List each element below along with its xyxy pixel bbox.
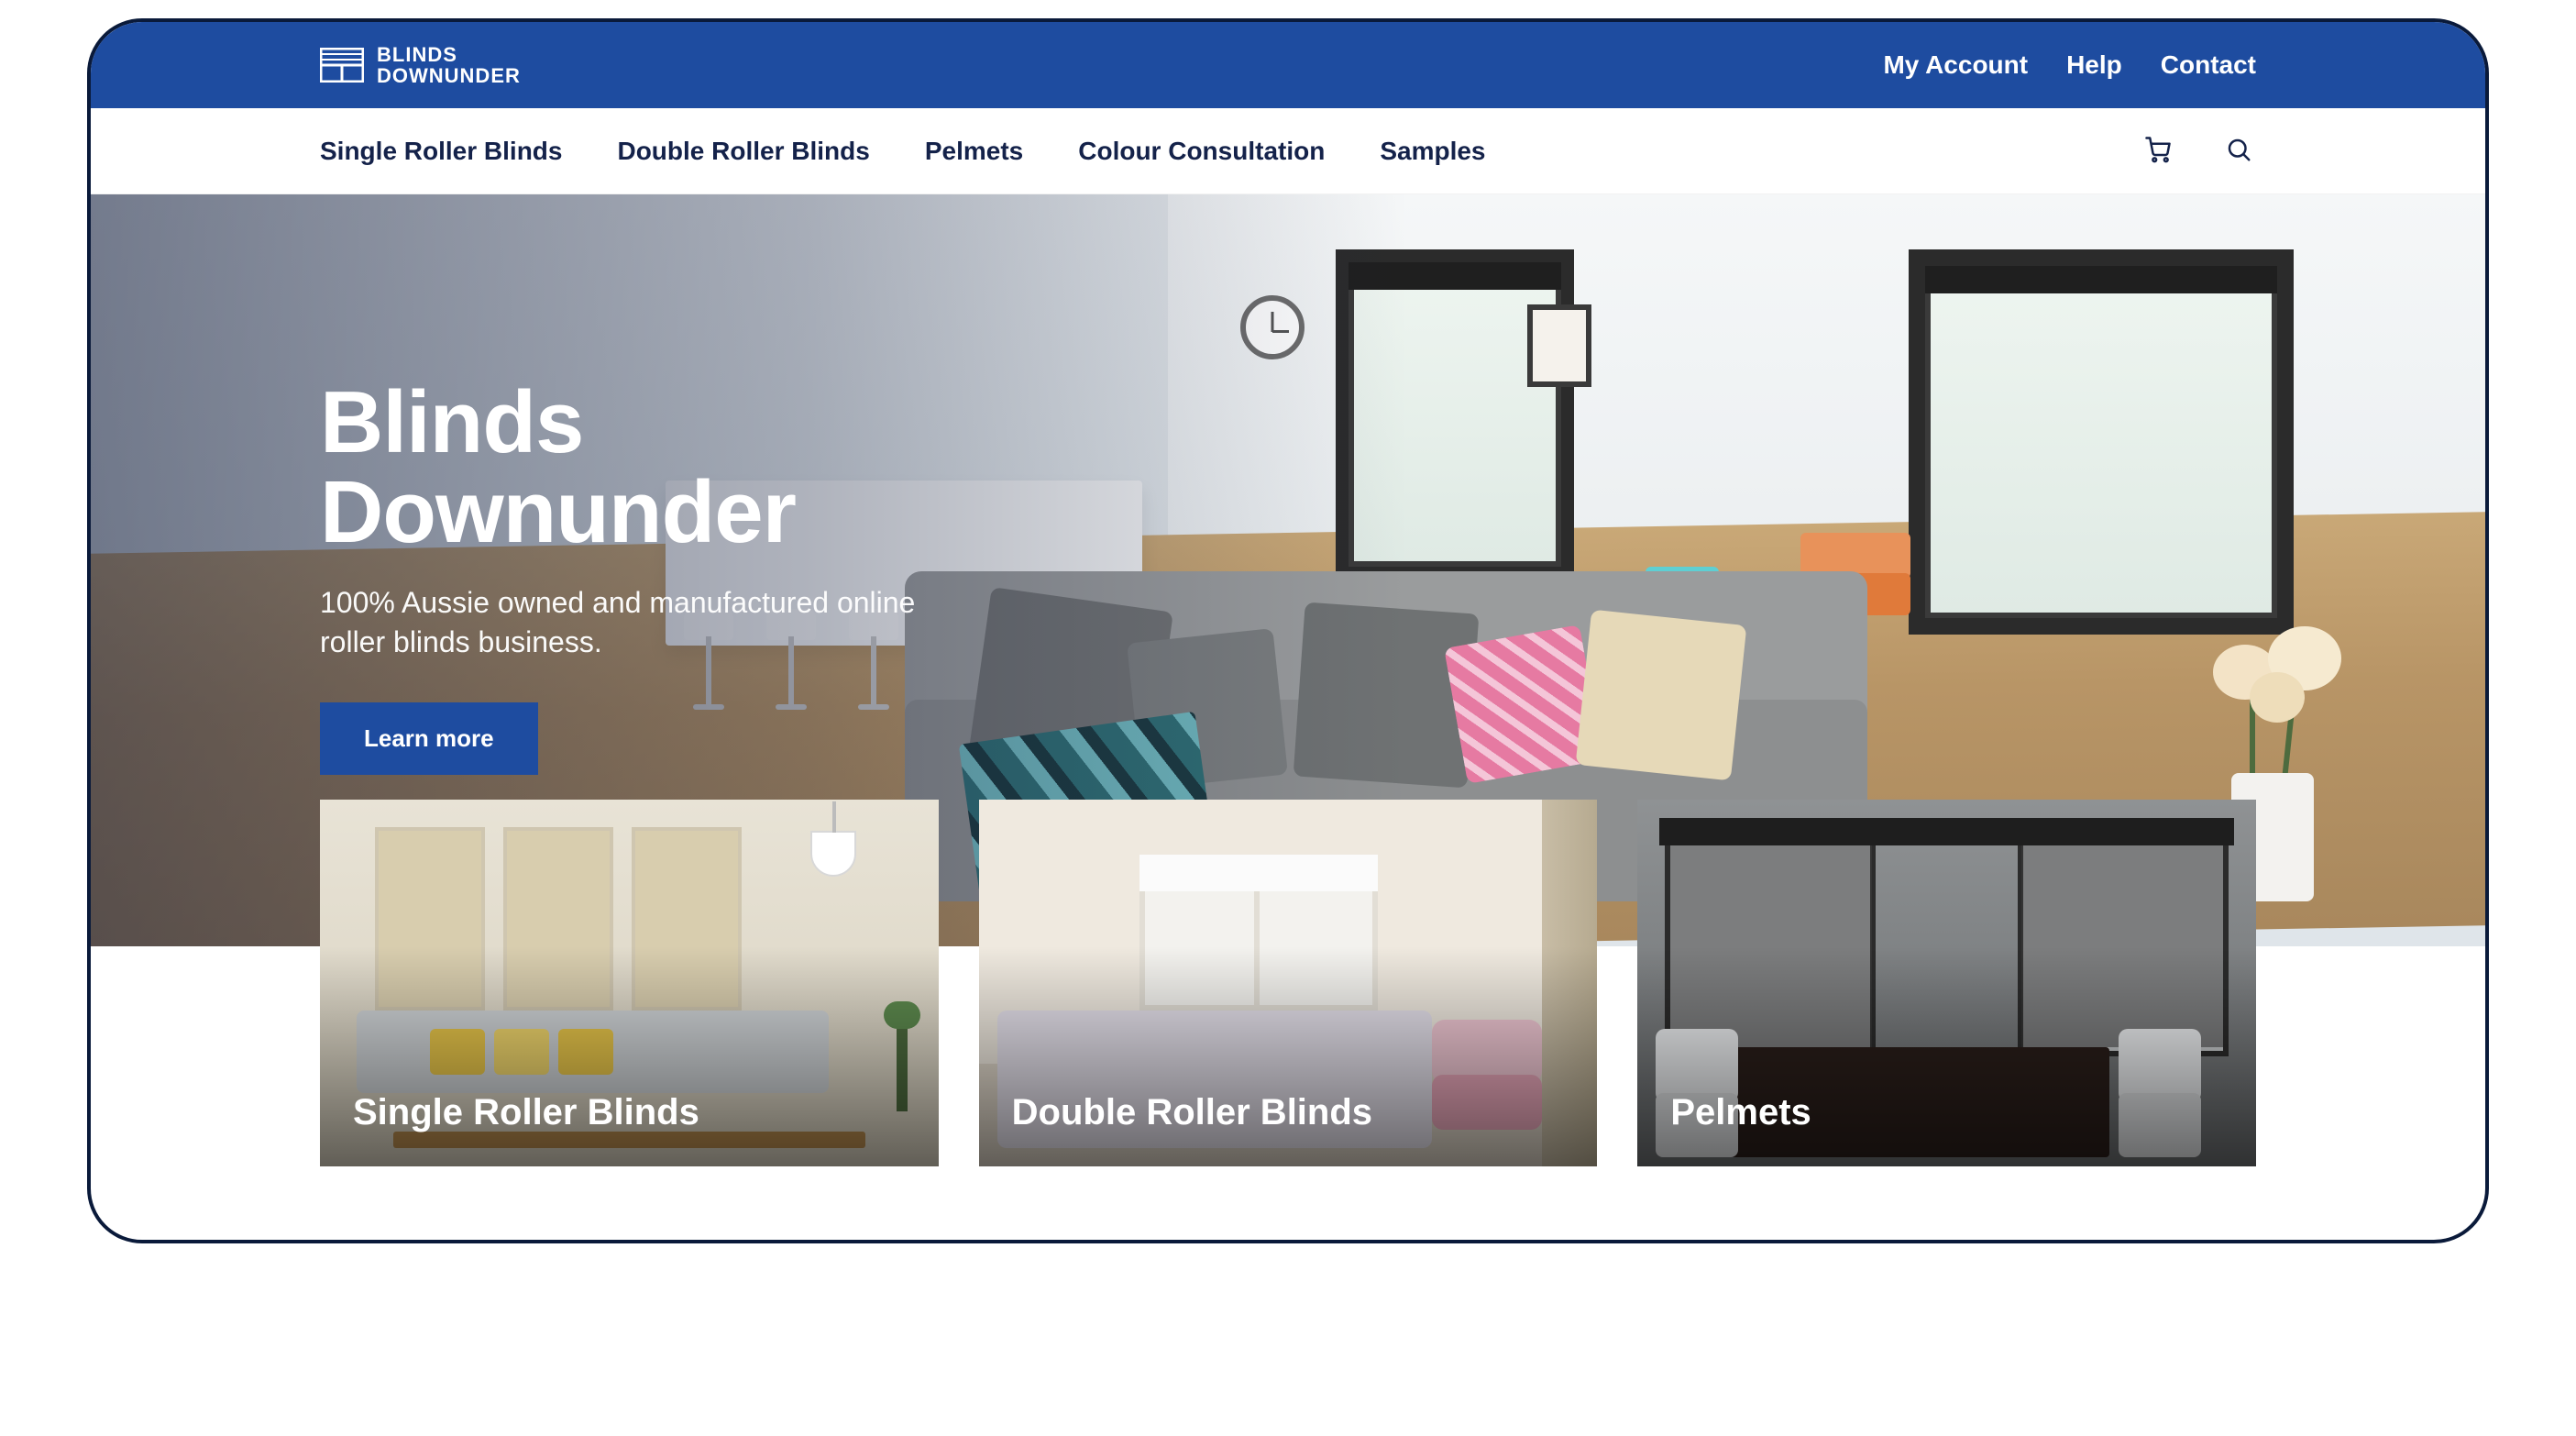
top-bar: BLINDS DOWNUNDER My Account Help Contact — [91, 22, 2485, 108]
contact-link[interactable]: Contact — [2161, 50, 2256, 80]
card-title: Single Roller Blinds — [353, 1092, 699, 1133]
brand-logo-icon — [320, 48, 364, 83]
card-title: Pelmets — [1670, 1092, 1811, 1133]
brand-line2: DOWNUNDER — [377, 64, 521, 87]
cart-button[interactable] — [2141, 132, 2175, 170]
search-icon — [2225, 152, 2252, 166]
browser-mockup-frame: BLINDS DOWNUNDER My Account Help Contact… — [87, 18, 2489, 1243]
card-title: Double Roller Blinds — [1012, 1092, 1372, 1133]
hero-title-line1: Blinds — [320, 373, 583, 471]
top-utility-links: My Account Help Contact — [1883, 50, 2256, 80]
search-button[interactable] — [2221, 132, 2256, 170]
nav-item-colour-consultation[interactable]: Colour Consultation — [1078, 137, 1325, 166]
hero-subtitle: 100% Aussie owned and manufactured onlin… — [320, 583, 980, 662]
nav-item-double-roller[interactable]: Double Roller Blinds — [617, 137, 869, 166]
nav-actions — [2141, 132, 2256, 170]
help-link[interactable]: Help — [2066, 50, 2122, 80]
my-account-link[interactable]: My Account — [1883, 50, 2028, 80]
hero-content: Blinds Downunder 100% Aussie owned and m… — [320, 378, 980, 775]
nav-menu: Single Roller Blinds Double Roller Blind… — [320, 137, 1486, 166]
hero-title: Blinds Downunder — [320, 378, 980, 558]
main-nav: Single Roller Blinds Double Roller Blind… — [91, 108, 2485, 194]
hero-title-line2: Downunder — [320, 463, 796, 561]
brand-line1: BLINDS — [377, 43, 457, 66]
cart-icon — [2144, 152, 2172, 166]
nav-item-samples[interactable]: Samples — [1380, 137, 1485, 166]
learn-more-button[interactable]: Learn more — [320, 702, 538, 775]
card-single-roller-blinds[interactable]: Single Roller Blinds — [320, 800, 939, 1166]
brand-logo-text: BLINDS DOWNUNDER — [377, 44, 521, 86]
card-pelmets[interactable]: Pelmets — [1637, 800, 2256, 1166]
nav-item-single-roller[interactable]: Single Roller Blinds — [320, 137, 562, 166]
nav-item-pelmets[interactable]: Pelmets — [925, 137, 1023, 166]
card-double-roller-blinds[interactable]: Double Roller Blinds — [979, 800, 1598, 1166]
category-cards: Single Roller Blinds Double Roller Blind… — [91, 800, 2485, 1240]
brand-logo[interactable]: BLINDS DOWNUNDER — [320, 44, 521, 86]
